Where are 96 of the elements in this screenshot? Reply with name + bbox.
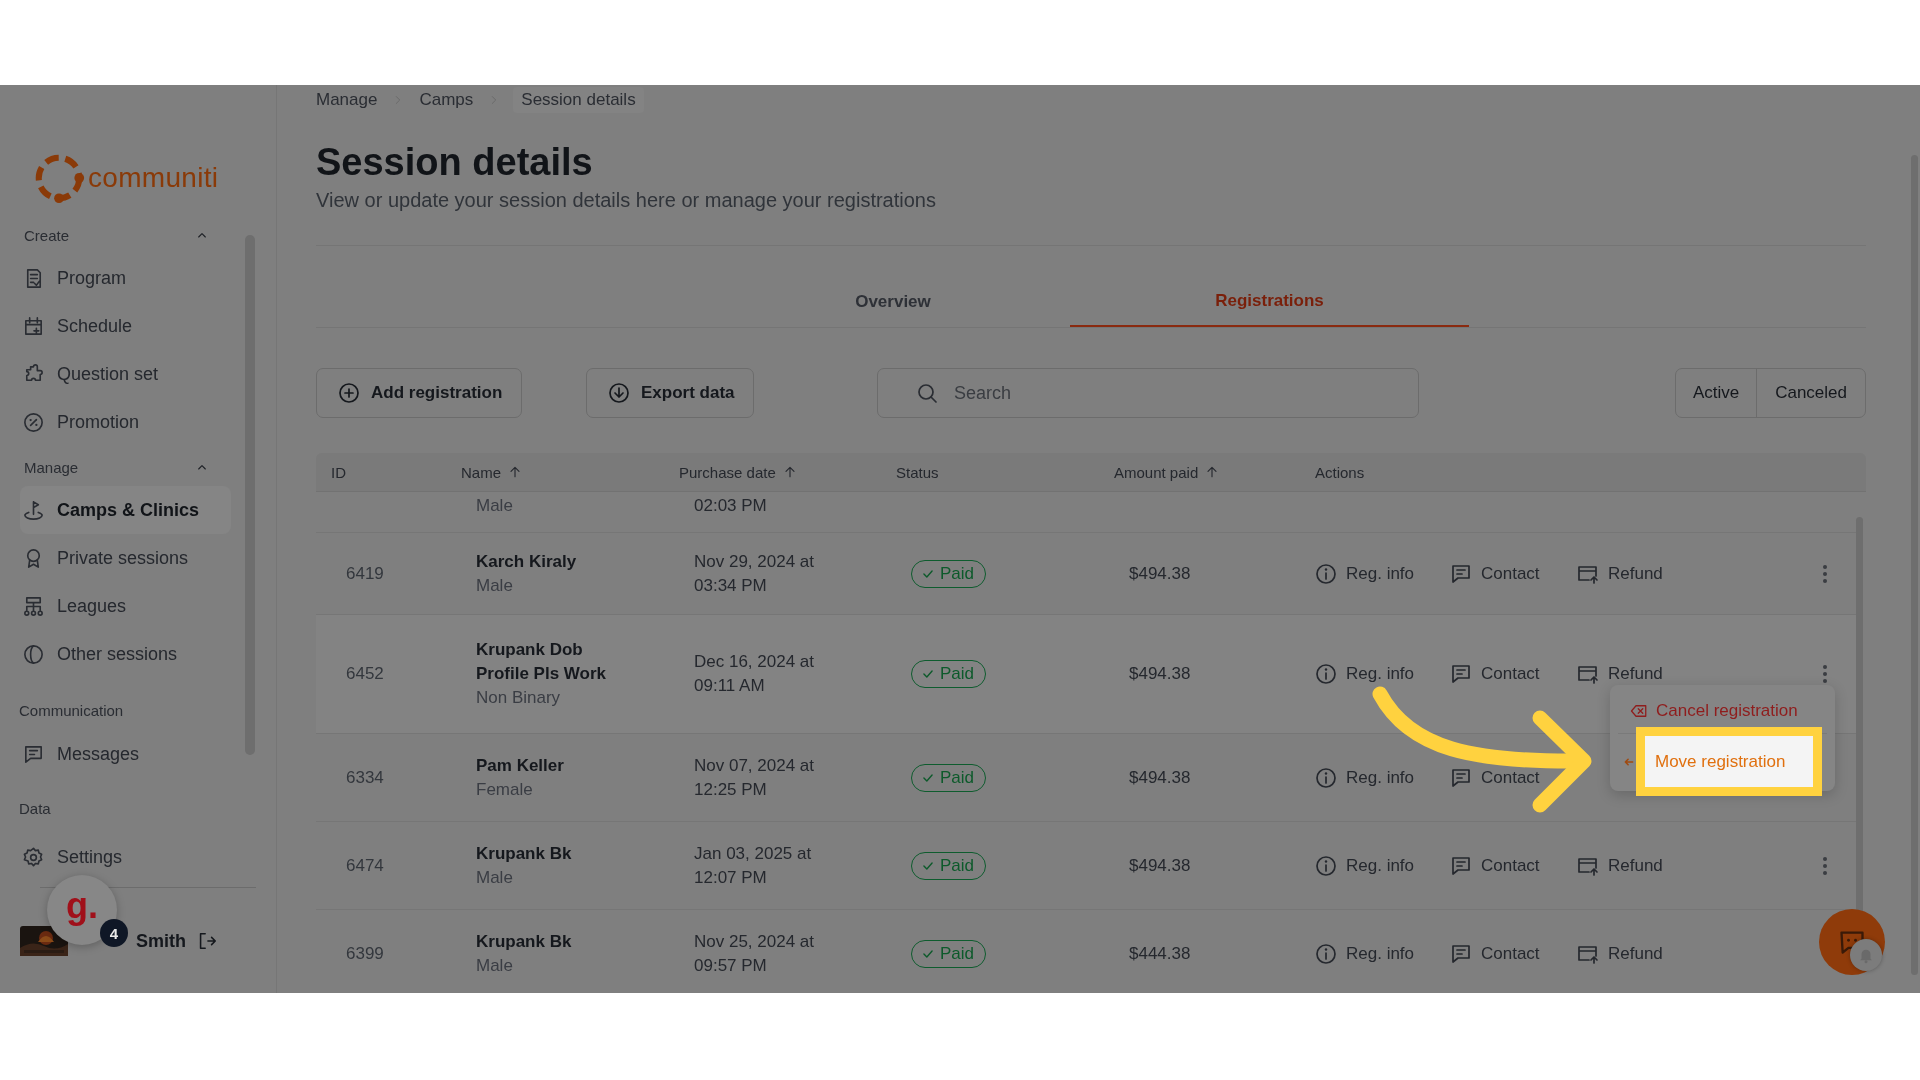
filter-button[interactable]: Active: [1675, 369, 1757, 417]
sort-arrow-icon: [507, 464, 523, 480]
nav-item[interactable]: Schedule: [20, 302, 231, 350]
table-cell-text: Krupank Bk: [476, 930, 573, 953]
breadcrumb-link[interactable]: Camps: [419, 90, 474, 110]
action-button[interactable]: Reg. info: [1314, 853, 1449, 878]
action-button[interactable]: Refund: [1576, 662, 1663, 686]
table-cell-text: $494.38: [1129, 563, 1192, 584]
table-cell-text: 6334: [346, 767, 385, 788]
section-label: Manage: [24, 458, 79, 476]
action-button[interactable]: Contact: [1449, 853, 1576, 878]
nav-item[interactable]: Promotion: [20, 398, 231, 446]
toolbar-button[interactable]: Add registration: [316, 368, 522, 418]
info-icon: [1314, 941, 1338, 966]
download-circle-icon: [607, 381, 631, 405]
flag-icon: [22, 498, 45, 522]
table-cell-text: Jan 03, 2025 at 12:07 PM: [694, 842, 813, 889]
page-title: Session details: [316, 140, 594, 185]
info-icon: [1314, 561, 1338, 586]
column-header: Status: [896, 463, 939, 481]
calendar-icon: [22, 314, 45, 338]
search-icon: [915, 381, 939, 405]
table-cell-text: Krupank Bk: [476, 842, 573, 865]
table-cell-text: $494.38: [1129, 855, 1192, 876]
info-icon: [1314, 853, 1338, 878]
settings-icon: [22, 845, 45, 869]
tab[interactable]: Overview: [716, 277, 1070, 327]
menu-item[interactable]: Cancel registration: [1656, 701, 1798, 721]
menu-item[interactable]: Move registration: [1645, 736, 1813, 787]
half-circle-icon: [22, 642, 45, 666]
table-cell-text: Krupank Dob Profile Pls Work: [476, 639, 608, 685]
more-icon[interactable]: [1821, 854, 1829, 877]
toolbar-button[interactable]: Export data: [586, 368, 754, 418]
nav-item[interactable]: Other sessions: [20, 630, 231, 678]
chat-icon: [1449, 662, 1473, 686]
table-cell-text: 6452: [346, 664, 385, 684]
notification-badge: 4: [100, 919, 128, 947]
filter-button[interactable]: Canceled: [1756, 369, 1865, 417]
table-cell-text: Male: [476, 954, 514, 977]
nav-item[interactable]: Messages: [20, 730, 231, 778]
action-button[interactable]: Reg. info: [1314, 662, 1449, 686]
section-label: Data: [19, 799, 51, 817]
table-cell-text: Non Binary: [476, 687, 562, 709]
breadcrumb-link[interactable]: Session details: [513, 87, 644, 113]
action-button[interactable]: Reg. info: [1314, 765, 1449, 790]
action-button[interactable]: Contact: [1449, 561, 1576, 586]
section-label: Communication: [19, 701, 124, 719]
action-button[interactable]: Reg. info: [1314, 941, 1449, 966]
tab[interactable]: Registrations: [1070, 277, 1469, 327]
action-button[interactable]: Contact: [1449, 765, 1576, 790]
search-field[interactable]: Search: [877, 368, 1419, 418]
action-button[interactable]: Reg. info: [1314, 561, 1449, 586]
table-cell-text: Male: [476, 495, 514, 517]
nav-item[interactable]: Leagues: [20, 582, 231, 630]
more-icon[interactable]: [1821, 562, 1829, 585]
arrow-left-icon: [1624, 757, 1634, 766]
table-cell-text: Nov 25, 2024 at 09:57 PM: [694, 930, 816, 977]
plus-circle-icon: [337, 381, 361, 405]
action-button[interactable]: Refund: [1576, 561, 1663, 586]
sortable-column-header[interactable]: Name: [461, 463, 501, 481]
delete-icon: [1630, 702, 1648, 720]
table-cell-text: Male: [476, 866, 514, 889]
sortable-column-header[interactable]: Amount paid: [1114, 463, 1199, 481]
table-cell-text: Nov 29, 2024 at 03:34 PM: [694, 550, 816, 597]
info-icon: [1314, 662, 1338, 686]
table-cell-text: $494.38: [1129, 767, 1192, 788]
table-cell-text: $494.38: [1129, 664, 1192, 684]
more-icon[interactable]: [1821, 663, 1829, 685]
logo-text: communiti: [88, 161, 219, 194]
table-cell-text: $444.38: [1129, 943, 1192, 964]
hierarchy-icon: [22, 594, 45, 618]
table-cell-text: 6419: [346, 563, 385, 584]
info-icon: [1314, 765, 1338, 790]
page-subtitle: View or update your session details here or manage your registrations: [316, 188, 937, 213]
action-button[interactable]: Refund: [1576, 853, 1663, 878]
table-cell-text: Pam Keller: [476, 754, 565, 777]
percent-icon: [22, 410, 45, 434]
table-cell-text: 02:03 PM: [694, 495, 768, 517]
sortable-column-header[interactable]: Purchase date: [679, 463, 776, 481]
action-button[interactable]: Contact: [1449, 941, 1576, 966]
column-header: ID: [331, 463, 346, 481]
column-header: Actions: [1315, 463, 1365, 481]
breadcrumb-link[interactable]: Manage: [316, 90, 378, 110]
table-cell-text: Karch Kiraly: [476, 550, 578, 573]
nav-item[interactable]: Question set: [20, 350, 231, 398]
table-cell-text: Male: [476, 574, 514, 597]
table-cell-text: Dec 16, 2024 at 09:11 AM: [694, 651, 816, 697]
action-button[interactable]: Refund: [1576, 941, 1663, 966]
user-name: Smith: [136, 930, 186, 952]
nav-item[interactable]: Program: [20, 254, 231, 302]
table-cell-text: 6399: [346, 943, 385, 964]
nav-item[interactable]: Private sessions: [20, 534, 231, 582]
section-label: Create: [24, 226, 70, 244]
table-cell-text: 6474: [346, 855, 385, 876]
action-button[interactable]: Contact: [1449, 662, 1576, 686]
nav-item[interactable]: Camps & Clinics: [20, 486, 231, 534]
